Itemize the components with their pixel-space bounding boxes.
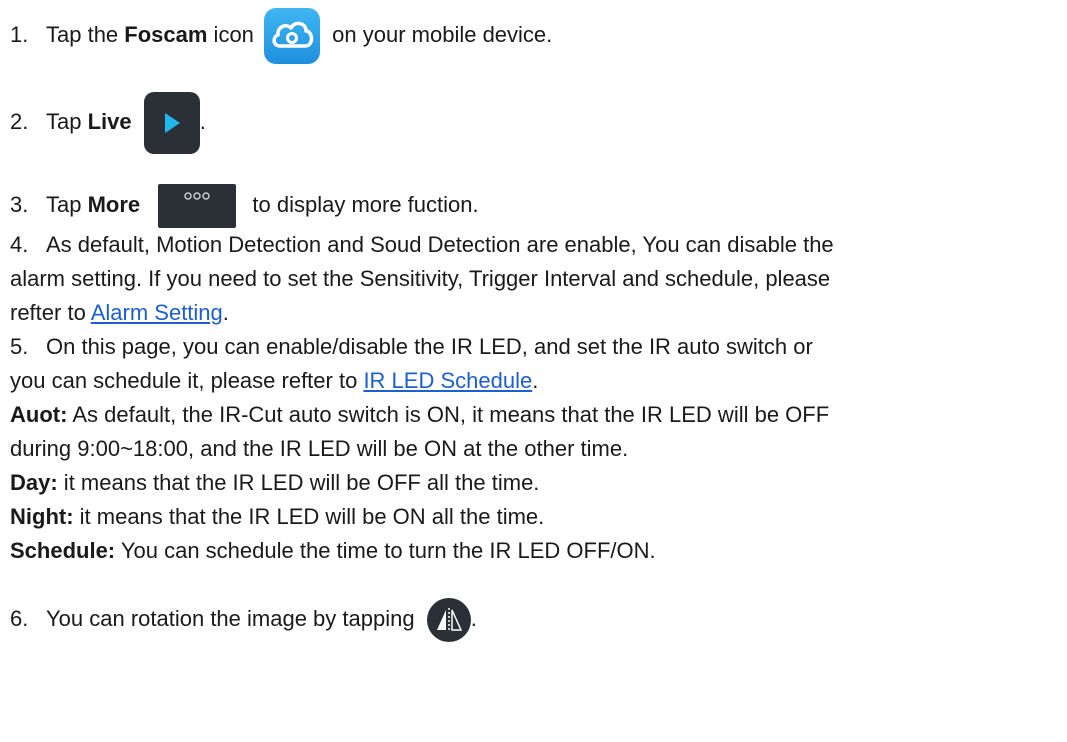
step-text: alarm setting. If you need to set the Se…	[10, 266, 831, 291]
live-label: Live	[87, 108, 132, 134]
mode-label: Day:	[10, 470, 58, 495]
step-text: .	[532, 368, 539, 393]
mode-night: Night: it means that the IR LED will be …	[10, 504, 544, 530]
step-number: 4.	[10, 232, 29, 257]
foscam-cloud-icon	[264, 8, 321, 64]
step-text: on your mobile device.	[326, 21, 553, 47]
step-5-continued: you can schedule it, please refter to IR…	[10, 368, 538, 394]
mode-text: You can schedule the time to turn the IR…	[115, 538, 656, 563]
step-number: 3.	[10, 191, 29, 217]
step-4-continued: alarm setting. If you need to set the Se…	[10, 266, 830, 292]
step-text: refter to	[10, 300, 91, 325]
mode-label: Schedule:	[10, 538, 116, 563]
mode-text: during 9:00~18:00, and the IR LED will b…	[10, 436, 629, 461]
step-text: Tap the	[46, 21, 125, 47]
step-text: you can schedule it, please refter to	[10, 368, 364, 393]
mirror-flip-icon	[426, 598, 471, 642]
step-text: As default, Motion Detection and Soud De…	[46, 232, 834, 257]
step-number: 5.	[10, 334, 29, 359]
mode-text: As default, the IR-Cut auto switch is ON…	[67, 402, 830, 427]
step-number: 2.	[10, 108, 29, 134]
more-dots-icon	[158, 184, 237, 228]
step-4: 4. As default, Motion Detection and Soud …	[10, 232, 834, 258]
mode-label: Night:	[10, 504, 74, 529]
play-icon	[143, 92, 200, 154]
step-text: .	[470, 605, 477, 631]
step-text: Tap	[46, 191, 88, 217]
ir-led-schedule-link[interactable]: IR LED Schedule	[363, 368, 532, 393]
step-number: 1.	[10, 21, 29, 47]
mode-day: Day: it means that the IR LED will be OF…	[10, 470, 539, 496]
document: 1. Tap the Foscam icon on your mobile dev…	[0, 0, 1067, 742]
step-1: 1. Tap the Foscam icon on your mobile dev…	[10, 8, 552, 64]
step-text: You can rotation the image by tapping	[46, 605, 415, 631]
step-text: icon	[207, 21, 254, 47]
step-text: On this page, you can enable/disable the…	[46, 334, 813, 359]
step-text: .	[222, 300, 229, 325]
step-5: 5. On this page, you can enable/disable t…	[10, 334, 813, 360]
mode-schedule: Schedule: You can schedule the time to t…	[10, 538, 656, 564]
app-name: Foscam	[124, 21, 208, 47]
mode-label: Auot:	[10, 402, 68, 427]
mode-auto-continued: during 9:00~18:00, and the IR LED will b…	[10, 436, 628, 462]
mode-text: it means that the IR LED will be ON all …	[73, 504, 545, 529]
mode-text: it means that the IR LED will be OFF all…	[57, 470, 540, 495]
alarm-setting-link[interactable]: Alarm Setting	[91, 300, 223, 325]
step-number: 6.	[10, 605, 29, 631]
step-text: to display more fuction.	[246, 191, 479, 217]
step-6: 6. You can rotation the image by tapping …	[10, 598, 477, 642]
step-3: 3. Tap More to display more fuction.	[10, 184, 479, 228]
step-4-continued: refter to Alarm Setting.	[10, 300, 229, 326]
step-text: .	[199, 108, 206, 134]
more-label: More	[87, 191, 141, 217]
step-2: 2. Tap Live .	[10, 92, 206, 154]
mode-auto: Auot: As default, the IR-Cut auto switch…	[10, 402, 829, 428]
step-text: Tap	[46, 108, 88, 134]
